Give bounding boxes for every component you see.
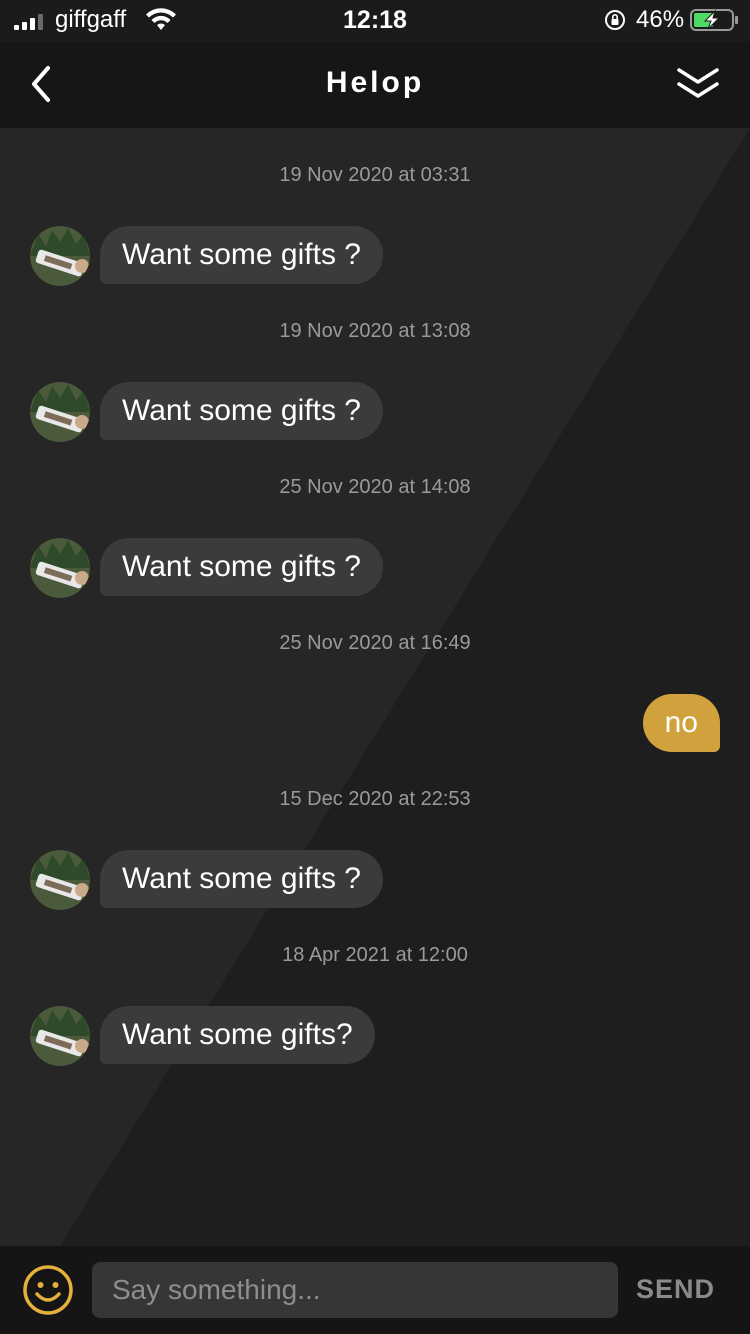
double-chevron-down-icon[interactable] [674, 64, 722, 104]
avatar[interactable] [30, 1006, 90, 1066]
message-bubble[interactable]: Want some gifts ? [100, 382, 383, 440]
message-bubble[interactable]: Want some gifts ? [100, 850, 383, 908]
battery-charging-icon [690, 9, 738, 31]
avatar[interactable] [30, 226, 90, 286]
message-bubble[interactable]: Want some gifts? [100, 1006, 375, 1064]
page-title: Helop [325, 66, 425, 99]
battery-percentage: 46% [636, 6, 685, 33]
avatar[interactable] [30, 850, 90, 910]
message-composer: SEND [0, 1246, 750, 1334]
smiley-icon[interactable] [22, 1264, 74, 1316]
orientation-lock-icon [605, 10, 625, 30]
chat-screen: giffgaff 12:18 46% Helop 19 Nov 2020 at … [0, 0, 750, 1334]
message-timestamp: 15 Dec 2020 at 22:53 [279, 788, 471, 810]
message-bubble[interactable]: Want some gifts ? [100, 538, 383, 596]
message-timestamp: 18 Apr 2021 at 12:00 [282, 944, 468, 966]
outgoing-message-bubble[interactable]: no [642, 694, 720, 752]
status-bar: giffgaff 12:18 46% [0, 0, 750, 42]
navigation-bar: Helop [0, 42, 750, 128]
message-timestamp: 19 Nov 2020 at 13:08 [279, 320, 471, 342]
message-list[interactable]: 19 Nov 2020 at 03:31 Want some gifts ? 1… [0, 128, 750, 1246]
message-input[interactable] [92, 1262, 618, 1318]
chat-background [0, 128, 750, 1246]
message-timestamp: 25 Nov 2020 at 14:08 [279, 476, 471, 498]
message-bubble[interactable]: Want some gifts ? [100, 226, 383, 284]
send-button[interactable]: SEND [636, 1274, 715, 1305]
avatar[interactable] [30, 382, 90, 442]
avatar[interactable] [30, 538, 90, 598]
message-timestamp: 25 Nov 2020 at 16:49 [279, 632, 471, 654]
message-timestamp: 19 Nov 2020 at 03:31 [279, 164, 471, 186]
